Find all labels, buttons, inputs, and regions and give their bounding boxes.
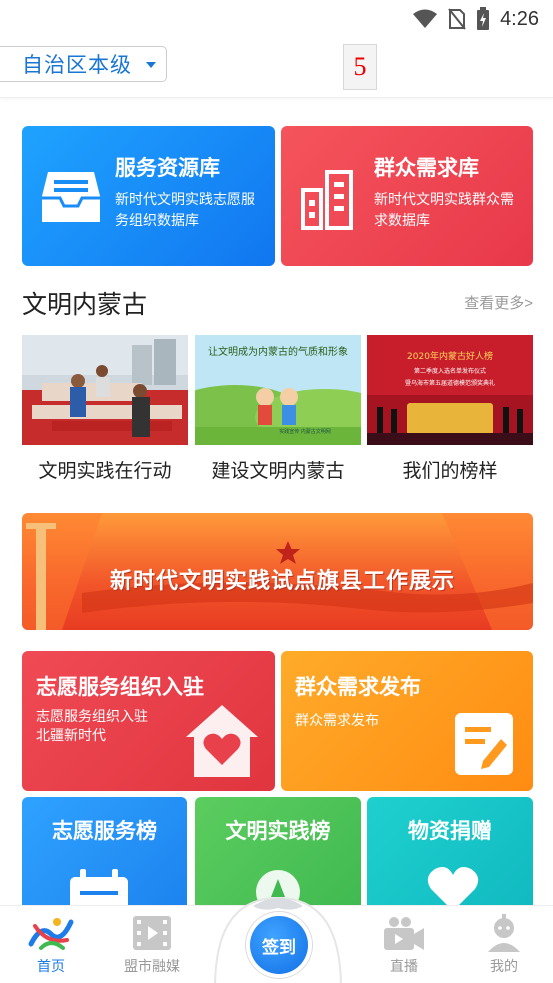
thumb-caption-2: 建设文明内蒙古	[211, 461, 345, 482]
checkin-wrap: 签到	[213, 888, 343, 983]
inbox-tray-icon	[42, 172, 100, 222]
ceremony-subtitle: 第二季度入选名单发布仪式	[414, 367, 486, 375]
nav-live[interactable]: 直播	[364, 914, 444, 976]
edit-note-icon	[455, 713, 513, 775]
demand-publish-tile[interactable]: 群众需求发布 群众需求发布	[281, 651, 533, 791]
volunteer-org-desc-line1: 志愿服务组织入驻	[36, 708, 148, 724]
ceremony-subtitle-2: 暨乌海市第五届道德模范颁奖典礼	[405, 379, 495, 387]
volunteer-org-tile[interactable]: 志愿服务组织入驻 志愿服务组织入驻 北疆新时代	[22, 651, 275, 791]
section-title: 文明内蒙古	[22, 291, 148, 319]
status-time: 4:26	[500, 7, 539, 30]
volunteer-rank-tile[interactable]: 志愿服务榜	[22, 797, 187, 917]
public-demand-title: 群众需求库	[374, 157, 479, 180]
service-resource-desc: 新时代文明实践志愿服务组织数据库	[115, 191, 255, 228]
status-bar: 4:26	[0, 0, 553, 38]
public-demand-desc: 新时代文明实践群众需求数据库	[374, 191, 514, 228]
volunteers-photo	[22, 335, 188, 445]
buildings-icon	[301, 170, 353, 230]
ceremony-title: 2020年内蒙古好人榜	[407, 350, 493, 362]
header: 自治区本级 5	[0, 38, 553, 98]
checkin-button[interactable]: 签到	[250, 916, 308, 974]
thumb-caption-3: 我们的榜样	[402, 461, 498, 482]
region-dropdown[interactable]: 自治区本级	[0, 46, 167, 82]
house-heart-icon	[186, 705, 258, 777]
nav-media-label: 盟市融媒	[124, 958, 180, 974]
header-badge[interactable]: 5	[343, 44, 377, 90]
donation-tile[interactable]: 物资捐赠	[367, 797, 533, 917]
volunteer-org-desc-line2: 北疆新时代	[36, 727, 106, 743]
live-camera-icon	[384, 917, 424, 950]
volunteer-org-desc: 志愿服务组织入驻 北疆新时代	[36, 707, 148, 745]
nav-home-label: 首页	[37, 958, 65, 974]
nav-home[interactable]: 首页	[11, 914, 91, 976]
wifi-icon	[413, 9, 438, 28]
volunteer-rank-title: 志愿服务榜	[52, 820, 157, 843]
poster-subtitle: 实践宣传 内蒙古文明网	[279, 428, 331, 435]
cartoon-poster-image: 让文明成为内蒙古的气质和形象 实践宣传 内蒙古文明网	[195, 335, 361, 445]
star-icon	[276, 541, 300, 564]
chevron-down-icon	[146, 62, 156, 68]
see-more-link[interactable]: 查看更多>	[464, 292, 533, 313]
user-avatar-icon	[488, 914, 520, 952]
nav-mine-label: 我的	[490, 958, 518, 974]
battery-charging-icon	[477, 7, 490, 30]
thumb-practice-in-action[interactable]	[22, 335, 188, 445]
home-logo-icon	[28, 918, 74, 950]
service-resource-title: 服务资源库	[115, 157, 220, 180]
nav-mine[interactable]: 我的	[464, 914, 544, 976]
no-sim-icon	[448, 8, 466, 30]
demand-publish-desc: 群众需求发布	[295, 712, 379, 728]
thumb-caption-1: 文明实践在行动	[38, 461, 172, 482]
pilot-county-banner[interactable]: 新时代文明实践试点旗县工作展示	[22, 513, 533, 630]
civil-rank-title: 文明实践榜	[225, 820, 331, 843]
service-resource-card[interactable]: 服务资源库 新时代文明实践志愿服务组织数据库	[22, 126, 275, 266]
banner-text: 新时代文明实践试点旗县工作展示	[110, 568, 456, 593]
award-ceremony-image: 2020年内蒙古好人榜 第二季度入选名单发布仪式 暨乌海市第五届道德模范颁奖典礼	[367, 335, 533, 445]
donation-title: 物资捐赠	[408, 820, 492, 843]
volunteer-org-title: 志愿服务组织入驻	[36, 676, 204, 699]
thumb-role-models[interactable]: 2020年内蒙古好人榜 第二季度入选名单发布仪式 暨乌海市第五届道德模范颁奖典礼	[367, 335, 533, 445]
region-label: 自治区本级	[22, 54, 132, 77]
film-icon	[133, 916, 171, 950]
demand-publish-title: 群众需求发布	[295, 676, 421, 699]
nav-media[interactable]: 盟市融媒	[112, 914, 192, 976]
thumb-build-civilization[interactable]: 让文明成为内蒙古的气质和形象 实践宣传 内蒙古文明网	[195, 335, 361, 445]
nav-live-label: 直播	[390, 958, 418, 974]
poster-title: 让文明成为内蒙古的气质和形象	[208, 345, 348, 358]
public-demand-card[interactable]: 群众需求库 新时代文明实践群众需求数据库	[281, 126, 533, 266]
